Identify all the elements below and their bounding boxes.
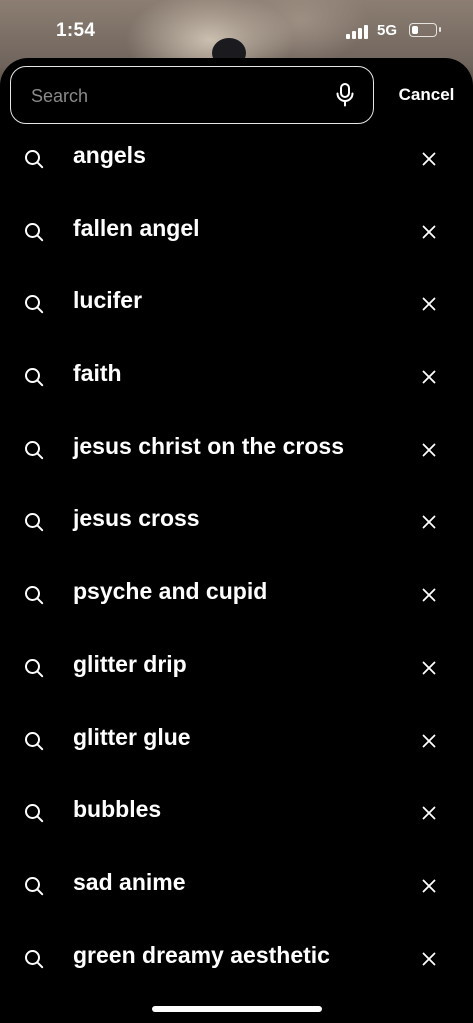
search-history-label: faith <box>73 360 122 387</box>
search-icon <box>25 586 44 605</box>
search-icon <box>25 513 44 532</box>
close-icon[interactable] <box>418 221 440 243</box>
search-field[interactable] <box>10 66 374 124</box>
search-icon <box>25 731 44 750</box>
search-history-label: glitter glue <box>73 723 191 750</box>
search-history-label: jesus christ on the cross <box>73 432 344 459</box>
search-icon <box>25 150 44 169</box>
screen: 1:54 5G Cancel angelsfallen ange <box>0 0 473 1023</box>
search-history-item[interactable]: sad anime <box>0 849 473 922</box>
search-icon <box>25 658 44 678</box>
search-history-label: bubbles <box>73 796 162 823</box>
search-history-item[interactable]: jesus christ on the cross <box>0 413 473 486</box>
close-icon[interactable] <box>418 657 440 679</box>
close-icon[interactable] <box>418 366 440 388</box>
search-bar: Cancel <box>0 66 473 124</box>
search-history-label: green dreamy aesthetic <box>73 941 330 968</box>
search-input[interactable] <box>29 81 323 111</box>
search-icon <box>25 949 44 968</box>
search-history-label: psyche and cupid <box>73 578 268 605</box>
search-icon <box>25 804 44 823</box>
search-history-item[interactable]: faith <box>0 340 473 413</box>
search-history-item[interactable]: jesus cross <box>0 485 473 558</box>
close-icon[interactable] <box>418 730 440 752</box>
microphone-icon[interactable] <box>335 83 355 107</box>
close-icon[interactable] <box>418 802 440 824</box>
status-bar: 1:54 5G <box>0 0 473 60</box>
search-history-item[interactable]: fallen angel <box>0 195 473 268</box>
search-history-item[interactable]: green dreamy aesthetic <box>0 922 473 995</box>
search-history-label: glitter drip <box>73 650 187 677</box>
search-history-item[interactable]: glitter drip <box>0 631 473 704</box>
search-icon <box>25 440 44 459</box>
status-time: 1:54 <box>56 20 96 41</box>
search-history-item[interactable]: angels <box>0 122 473 195</box>
cancel-button[interactable]: Cancel <box>380 66 473 124</box>
close-icon[interactable] <box>418 948 440 970</box>
close-icon[interactable] <box>418 584 440 606</box>
battery-icon <box>409 23 441 37</box>
search-history-label: angels <box>73 142 146 168</box>
close-icon[interactable] <box>418 148 440 170</box>
search-icon <box>25 876 44 896</box>
search-history-item[interactable]: psyche and cupid <box>0 558 473 631</box>
search-history-label: lucifer <box>73 287 143 314</box>
close-icon[interactable] <box>418 511 440 533</box>
search-sheet: Cancel angels fallen angel lucifer faith jes… <box>0 58 473 1023</box>
search-history-item[interactable]: glitter glue <box>0 704 473 777</box>
search-history-list: angels fallen angel lucifer faith jesus chri… <box>0 122 473 994</box>
network-type: 5G <box>377 22 398 39</box>
search-history-item[interactable]: bubbles <box>0 776 473 849</box>
close-icon[interactable] <box>418 439 440 461</box>
search-icon <box>25 368 44 387</box>
close-icon[interactable] <box>418 293 440 315</box>
search-icon <box>25 222 44 241</box>
search-history-label: fallen angel <box>73 214 200 241</box>
close-icon[interactable] <box>418 875 440 897</box>
search-history-label: sad anime <box>73 868 186 895</box>
cellular-signal-icon <box>346 25 370 39</box>
home-indicator[interactable] <box>152 1006 322 1012</box>
search-history-label: jesus cross <box>73 505 200 532</box>
search-history-item[interactable]: lucifer <box>0 267 473 340</box>
search-icon <box>25 295 44 314</box>
battery-level <box>412 26 418 34</box>
